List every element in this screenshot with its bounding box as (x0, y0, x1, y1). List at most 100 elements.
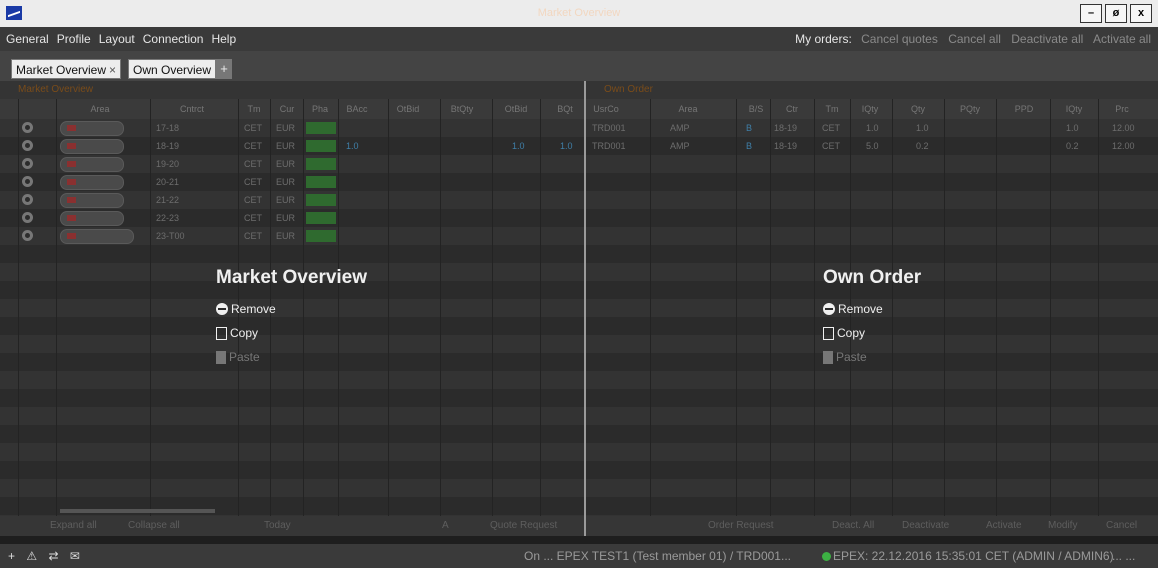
table-row[interactable]: 19-20 CET EUR (0, 155, 584, 173)
buy-sell-cell: B (746, 141, 753, 151)
copy-menu-item[interactable]: Copy (216, 321, 367, 345)
table-row[interactable]: 23-T00 CET EUR (0, 227, 584, 245)
gear-icon[interactable] (22, 122, 33, 133)
area-selector[interactable] (60, 157, 124, 172)
column-header[interactable]: BtQty (451, 104, 474, 114)
iqty-cell: 5.0 (866, 141, 879, 151)
column-header[interactable]: IQty (862, 104, 879, 114)
menu-profile[interactable]: Profile (57, 32, 91, 46)
paste-menu-item[interactable]: Paste (216, 345, 367, 369)
transfer-icon[interactable]: ⇄ (48, 549, 58, 563)
iqty2-cell: 1.0 (1066, 123, 1079, 133)
tab-own-overview[interactable]: Own Overview (128, 59, 217, 79)
area-selector[interactable] (60, 175, 124, 190)
paste-menu-item[interactable]: Paste (823, 345, 921, 369)
area-selector[interactable] (60, 211, 124, 226)
column-header[interactable]: Cntrct (180, 104, 204, 114)
currency-cell: EUR (276, 231, 296, 241)
remove-icon (823, 303, 835, 315)
add-tab-button[interactable]: + (216, 59, 232, 79)
table-row[interactable]: 21-22 CET EUR (0, 191, 584, 209)
modify-button[interactable]: Modify (1048, 520, 1077, 531)
restore-button[interactable]: ø (1105, 4, 1127, 23)
collapse-all-button[interactable]: Collapse all (128, 520, 180, 531)
deactivate-all-link[interactable]: Deactivate all (1011, 32, 1083, 46)
column-header[interactable]: Qty (911, 104, 925, 114)
area-selector[interactable] (60, 229, 134, 244)
table-row[interactable]: TRD001 AMP B 18-19 CET 5.0 0.2 0.2 12.00 (586, 137, 1158, 155)
close-button[interactable]: x (1130, 4, 1152, 23)
area-selector[interactable] (60, 139, 124, 154)
horizontal-scrollbar[interactable] (60, 509, 215, 513)
column-header[interactable]: Tm (248, 104, 261, 114)
menu-item-label: Copy (837, 326, 866, 340)
panel-title: Own Order (586, 81, 1158, 99)
window-title: Market Overview (537, 7, 621, 19)
menu-help[interactable]: Help (211, 32, 236, 46)
tab-market-overview[interactable]: Market Overview × (11, 59, 122, 79)
deactivate-button[interactable]: Deactivate (902, 520, 949, 531)
phase-badge (306, 194, 336, 206)
column-header[interactable]: BQt (557, 104, 573, 114)
column-header[interactable]: OtBid (505, 104, 528, 114)
menu-connection[interactable]: Connection (143, 32, 204, 46)
a-toggle[interactable]: A (442, 520, 449, 531)
area-selector[interactable] (60, 193, 124, 208)
column-header[interactable]: Ctr (786, 104, 798, 114)
quote-request-button[interactable]: Quote Request (490, 520, 557, 531)
phase-badge (306, 212, 336, 224)
expand-all-button[interactable]: Expand all (50, 520, 97, 531)
activate-all-link[interactable]: Activate all (1093, 32, 1151, 46)
order-request-button[interactable]: Order Request (708, 520, 774, 531)
column-header[interactable]: Prc (1115, 104, 1129, 114)
own-order-panel: Own Order UsrCo Area B/S Ctr Tm IQty Qty… (586, 81, 1158, 536)
area-selector[interactable] (60, 121, 124, 136)
table-row[interactable]: 18-19 CET EUR 1.0 1.0 1.0 (0, 137, 584, 155)
add-icon[interactable]: + (8, 549, 15, 563)
tz-cell: CET (244, 141, 262, 151)
column-header[interactable]: B/S (749, 104, 764, 114)
column-header[interactable]: IQty (1066, 104, 1083, 114)
buy-sell-cell: B (746, 123, 753, 133)
activate-button[interactable]: Activate (986, 520, 1022, 531)
deactivate-all-button[interactable]: Deact. All (832, 520, 874, 531)
table-row[interactable]: TRD001 AMP B 18-19 CET 1.0 1.0 1.0 12.00 (586, 119, 1158, 137)
column-header[interactable]: Area (678, 104, 697, 114)
gear-icon[interactable] (22, 230, 33, 241)
column-header[interactable]: Cur (280, 104, 295, 114)
remove-menu-item[interactable]: Remove (823, 297, 921, 321)
cancel-button[interactable]: Cancel (1106, 520, 1137, 531)
menu-general[interactable]: General (6, 32, 49, 46)
column-header[interactable]: UsrCo (593, 104, 619, 114)
copy-menu-item[interactable]: Copy (823, 321, 921, 345)
table-row[interactable]: 20-21 CET EUR (0, 173, 584, 191)
table-row[interactable]: 22-23 CET EUR (0, 209, 584, 227)
gear-icon[interactable] (22, 194, 33, 205)
column-header[interactable]: PPD (1015, 104, 1034, 114)
column-header[interactable]: BAcc (346, 104, 367, 114)
column-header[interactable]: Area (90, 104, 109, 114)
gear-icon[interactable] (22, 176, 33, 187)
cancel-all-link[interactable]: Cancel all (948, 32, 1001, 46)
contract-cell: 19-20 (156, 159, 180, 169)
column-header[interactable]: OtBid (397, 104, 420, 114)
tab-close-icon[interactable]: × (109, 63, 116, 77)
mail-icon[interactable]: ✉ (70, 549, 80, 563)
tz-cell: CET (244, 123, 262, 133)
column-header[interactable]: Tm (826, 104, 839, 114)
warning-icon[interactable]: ⚠ (26, 549, 37, 563)
menu-layout[interactable]: Layout (99, 32, 135, 46)
panel-toolbar: Expand all Collapse all Today A Quote Re… (0, 509, 584, 536)
day-select[interactable]: Today (264, 520, 291, 531)
phase-badge (306, 230, 336, 242)
gear-icon[interactable] (22, 158, 33, 169)
cancel-quotes-link[interactable]: Cancel quotes (861, 32, 938, 46)
minimize-button[interactable]: – (1080, 4, 1102, 23)
column-header[interactable]: Pha (312, 104, 328, 114)
gear-icon[interactable] (22, 212, 33, 223)
table-row[interactable]: 17-18 CET EUR (0, 119, 584, 137)
column-header[interactable]: PQty (960, 104, 980, 114)
remove-menu-item[interactable]: Remove (216, 297, 367, 321)
contract-cell: 18-19 (774, 141, 798, 151)
gear-icon[interactable] (22, 140, 33, 151)
